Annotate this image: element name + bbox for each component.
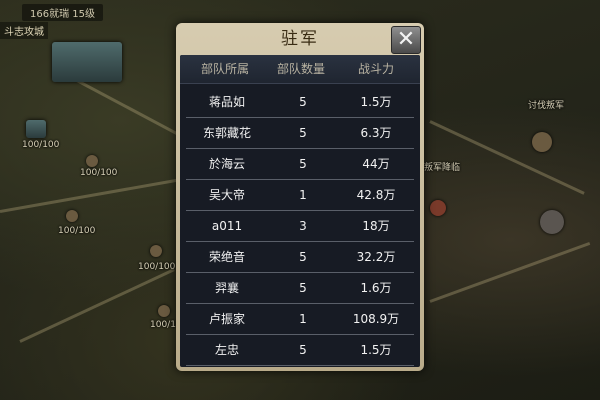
table-row[interactable]: a011 3 18万 [186,211,414,242]
troop-marker[interactable] [430,200,446,216]
table-row[interactable]: 左忠 5 1.5万 [186,335,414,366]
map-unit-label: 100/100 [58,226,96,236]
unit-count: 1 [299,188,307,202]
combat-power: 18万 [362,219,390,233]
troop-marker[interactable] [150,245,162,257]
map-unit-label: 讨伐叛军 [528,101,565,111]
troop-marker[interactable] [66,210,78,222]
combat-power: 1.5万 [360,95,392,109]
unit-count: 5 [299,157,307,171]
table-body[interactable]: 蒋品如 5 1.5万 东郭藏花 5 6.3万 於海云 5 44万 吴大帝 1 4… [186,87,414,366]
unit-count: 5 [299,126,307,140]
table-row[interactable]: 荣绝音 5 32.2万 [186,242,414,273]
map-unit-label: 叛军降临 [424,163,461,173]
unit-count: 5 [299,95,307,109]
unit-owner: 卢振家 [208,312,245,326]
table-row[interactable]: 东郭藏花 5 6.3万 [186,118,414,149]
game-map[interactable]: 166就瑞 15级 斗志攻城 100/100 100/100 100/100 1… [0,0,600,400]
garrison-table: 部队所属 部队数量 战斗力 蒋品如 5 1.5万 东郭藏花 5 6.3万 於海云… [180,55,420,367]
map-unit-label: 100/100 [80,168,118,178]
unit-count: 5 [299,281,307,295]
map-unit-label: 100/100 [138,262,176,272]
troop-marker[interactable] [532,132,552,152]
unit-count: 1 [299,312,307,326]
troop-marker[interactable] [158,305,170,317]
column-header-combat-power: 战斗力 [357,62,394,76]
combat-power: 32.2万 [356,250,396,264]
combat-power: 44万 [362,157,390,171]
unit-count: 5 [299,250,307,264]
dialog-title: 驻军 [281,29,319,49]
map-unit-label: 100/100 [22,140,60,150]
table-row[interactable]: 卢振家 1 108.9万 [186,304,414,335]
table-row[interactable]: 蒋品如 5 1.5万 [186,87,414,118]
unit-count: 5 [299,343,307,357]
unit-owner: a011 [211,219,243,233]
table-header: 部队所属 部队数量 战斗力 [180,55,420,84]
column-header-unit-owner: 部队所属 [200,62,249,76]
unit-owner: 荣绝音 [208,250,245,264]
unit-owner: 左忠 [214,343,239,357]
close-icon: ✕ [396,27,416,52]
close-button[interactable]: ✕ [391,26,421,54]
map-road [429,241,591,303]
column-header-unit-count: 部队数量 [276,62,325,76]
table-row[interactable]: 羿襄 5 1.6万 [186,273,414,304]
combat-power: 42.8万 [356,188,396,202]
unit-owner: 於海云 [208,157,245,171]
unit-owner: 蒋品如 [208,95,245,109]
table-row[interactable]: 於海云 5 44万 [186,149,414,180]
combat-power: 1.5万 [360,343,392,357]
troop-marker[interactable] [86,155,98,167]
unit-owner: 吴大帝 [208,188,245,202]
unit-owner: 东郭藏花 [202,126,251,140]
table-row[interactable]: 吴大帝 1 42.8万 [186,180,414,211]
map-road [19,268,175,343]
troop-marker[interactable] [540,210,564,234]
unit-owner: 羿襄 [214,281,239,295]
combat-power: 108.9万 [352,312,400,326]
map-road [0,178,178,213]
garrison-dialog: 驻军 ✕ 部队所属 部队数量 战斗力 蒋品如 5 1.5万 东郭藏花 5 6.3… [176,23,424,371]
unit-count: 3 [299,219,307,233]
combat-power: 6.3万 [360,126,392,140]
combat-power: 1.6万 [360,281,392,295]
map-road [429,120,585,195]
city-building[interactable] [52,42,122,82]
city-building[interactable] [26,120,46,138]
map-player-header: 166就瑞 15级 [22,4,103,21]
map-event-banner: 斗志攻城 [0,22,48,39]
